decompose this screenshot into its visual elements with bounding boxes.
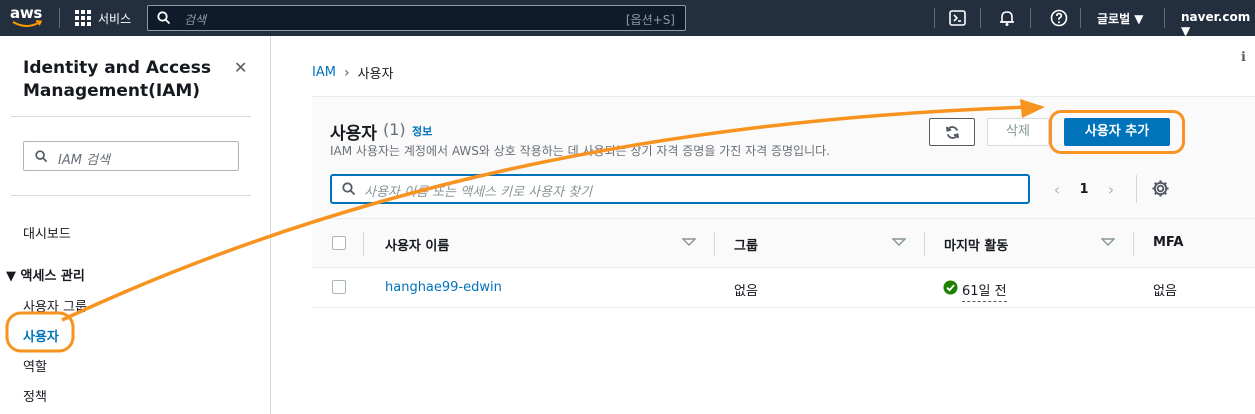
mfa-cell: 없음 — [1153, 284, 1177, 299]
chevron-right-icon: › — [343, 64, 350, 81]
nav-divider — [934, 8, 935, 28]
top-navigation-bar: aws 서비스 검색 [옵션+S] 글로벌 ▼ naver.com ▼ — [0, 0, 1255, 38]
services-label: 서비스 — [98, 11, 132, 26]
grid-icon — [75, 10, 91, 26]
sidebar-search-input[interactable]: IAM 검색 — [23, 141, 239, 171]
account-menu[interactable]: naver.com ▼ — [1181, 10, 1255, 38]
sidebar-divider — [11, 195, 251, 196]
row-checkbox[interactable] — [332, 280, 346, 294]
column-header-group[interactable]: 그룹 — [734, 235, 758, 254]
aws-logo[interactable]: aws — [10, 3, 46, 31]
sidebar-item-policies[interactable]: 정책 — [23, 386, 47, 405]
global-search-input[interactable]: 검색 [옵션+S] — [147, 5, 686, 31]
info-panel-icon[interactable]: ℹ — [1241, 50, 1246, 65]
refresh-icon — [945, 126, 960, 139]
sidebar-title: Identity and Access Management(IAM) — [23, 58, 211, 101]
users-panel: 사용자 (1) 정보 IAM 사용자는 계정에서 AWS와 상호 작용하는 데 … — [312, 96, 1255, 414]
sort-down-icon[interactable] — [682, 238, 696, 247]
region-selector[interactable]: 글로벌 ▼ — [1097, 10, 1144, 27]
sort-down-icon[interactable] — [1101, 238, 1115, 247]
user-count: (1) — [383, 120, 406, 139]
chevron-right-icon[interactable]: › — [1099, 180, 1123, 199]
global-search-placeholder: 검색 — [184, 13, 207, 27]
users-panel-header: 사용자 (1) 정보 IAM 사용자는 계정에서 AWS와 상호 작용하는 데 … — [312, 96, 1255, 218]
sidebar-item-users[interactable]: 사용자 — [23, 326, 59, 345]
column-divider — [924, 232, 925, 256]
aws-smile-icon — [12, 20, 42, 27]
column-header-last-activity[interactable]: 마지막 활동 — [944, 235, 1008, 254]
info-link[interactable]: 정보 — [412, 123, 432, 139]
page-title: 사용자 — [330, 124, 377, 144]
nav-divider — [1030, 8, 1031, 28]
refresh-button[interactable] — [929, 118, 975, 146]
iam-sidebar: Identity and Access Management(IAM) ✕ IA… — [0, 36, 271, 414]
user-group-cell: 없음 — [734, 284, 758, 299]
column-header-user-name[interactable]: 사용자 이름 — [385, 235, 449, 254]
nav-divider — [59, 8, 60, 28]
table-row: hanghae99-edwin 없음 61일 전 없음 — [312, 268, 1255, 308]
nav-divider — [1080, 8, 1081, 28]
search-icon — [35, 150, 48, 163]
chevron-left-icon[interactable]: ‹ — [1045, 180, 1069, 199]
table-header: 사용자 이름 그룹 마지막 활동 MFA — [312, 218, 1255, 268]
services-menu-button[interactable]: 서비스 — [75, 8, 131, 28]
page-number[interactable]: 1 — [1069, 182, 1099, 197]
sort-down-icon[interactable] — [892, 238, 906, 247]
cloudshell-icon[interactable] — [948, 8, 968, 28]
success-check-icon — [943, 280, 958, 295]
sidebar-item-roles[interactable]: 역할 — [23, 356, 47, 375]
search-shortcut-hint: [옵션+S] — [625, 13, 675, 27]
nav-divider — [1164, 8, 1165, 28]
column-divider — [1133, 232, 1134, 256]
sidebar-section-access-management[interactable]: ▼ 액세스 관리 — [6, 265, 85, 284]
help-icon[interactable] — [1049, 8, 1069, 28]
panel-description: IAM 사용자는 계정에서 AWS와 상호 작용하는 데 사용되는 장기 자격 … — [330, 144, 830, 158]
last-activity-cell[interactable]: 61일 전 — [962, 280, 1007, 302]
nav-divider — [980, 8, 981, 28]
sidebar-search-placeholder: IAM 검색 — [58, 153, 110, 168]
sidebar-item-dashboard[interactable]: 대시보드 — [23, 223, 71, 242]
pager-divider — [1136, 175, 1137, 203]
breadcrumb-iam-link[interactable]: IAM — [312, 65, 336, 80]
delete-button[interactable]: 삭제 — [987, 118, 1049, 146]
sidebar-item-user-groups[interactable]: 사용자 그룹 — [23, 296, 87, 315]
close-icon[interactable]: ✕ — [234, 58, 247, 77]
search-icon — [342, 182, 356, 196]
pagination: ‹ 1 › — [1045, 175, 1123, 203]
user-name-link[interactable]: hanghae99-edwin — [385, 280, 502, 295]
breadcrumb: IAM › 사용자 — [312, 63, 394, 83]
sidebar-divider — [11, 116, 251, 117]
settings-gear-icon[interactable] — [1151, 179, 1170, 198]
search-icon — [157, 11, 171, 25]
highlight-ring — [1049, 110, 1185, 154]
column-divider — [714, 232, 715, 256]
notifications-bell-icon[interactable] — [997, 8, 1017, 28]
column-header-mfa[interactable]: MFA — [1153, 235, 1183, 250]
column-divider — [363, 232, 364, 256]
user-search-placeholder: 사용자 이름 또는 액세스 키로 사용자 찾기 — [364, 185, 593, 200]
breadcrumb-current: 사용자 — [357, 67, 394, 82]
user-search-input[interactable]: 사용자 이름 또는 액세스 키로 사용자 찾기 — [331, 175, 1029, 203]
select-all-checkbox[interactable] — [332, 236, 346, 250]
